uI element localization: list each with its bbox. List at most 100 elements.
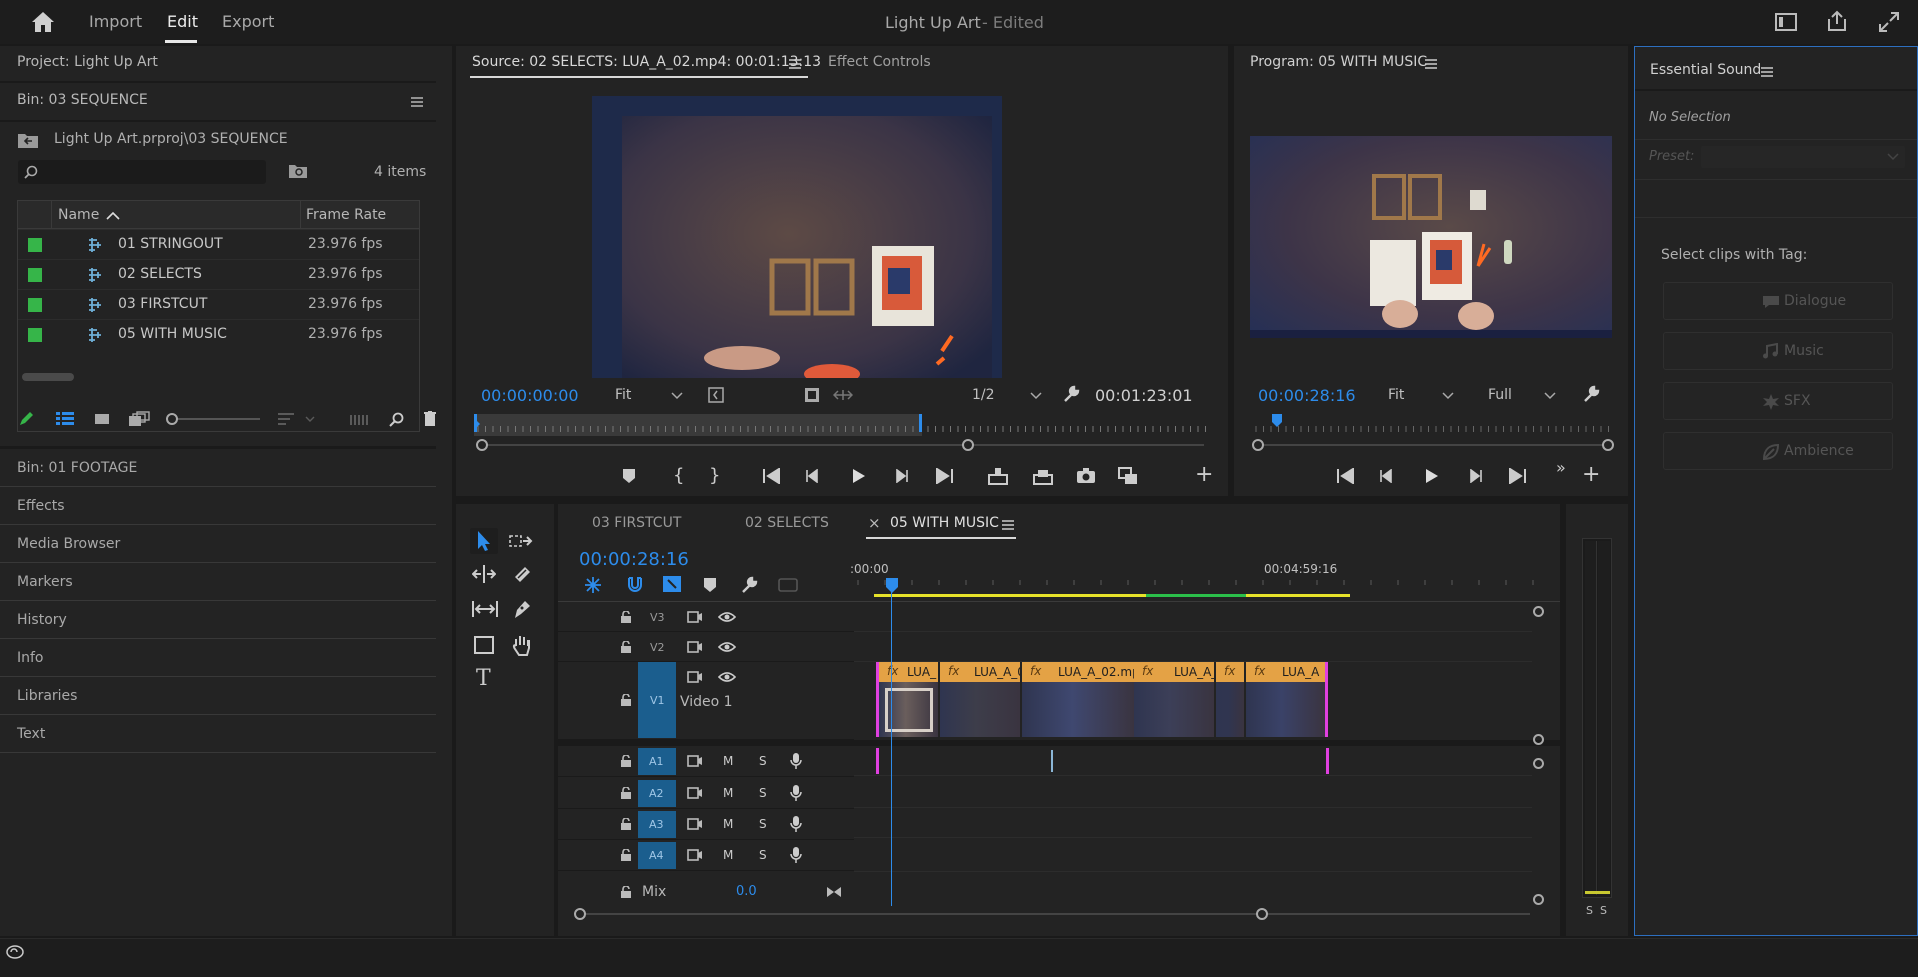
captions-icon[interactable] [778,578,798,592]
swap-icon[interactable] [1118,467,1138,485]
drag-film-icon[interactable] [804,387,820,403]
solo-left-label[interactable]: S [1586,904,1593,917]
collapsed-panel-media-browser[interactable]: Media Browser [0,526,436,563]
lock-icon[interactable] [620,818,632,830]
vertical-zoom-handle[interactable] [1533,894,1544,905]
lock-icon[interactable] [620,755,632,767]
sequence-name[interactable]: 02 SELECTS [118,266,202,282]
track-v3-label[interactable]: V3 [650,611,665,624]
lock-icon[interactable] [620,694,632,706]
collapsed-panel-info[interactable]: Info [0,640,436,677]
preset-dropdown[interactable] [1701,146,1905,168]
collapsed-panel-bin-01-footage[interactable]: Bin: 01 FOOTAGE [0,450,436,487]
lock-icon[interactable] [620,641,632,653]
mark-out-icon[interactable]: } [709,465,720,486]
program-tab[interactable]: Program: 05 WITH MUSIC [1250,54,1427,70]
automate-to-sequence-icon[interactable] [350,414,368,426]
home-icon[interactable] [31,11,55,33]
timeline-tab-selects[interactable]: 02 SELECTS [745,515,829,531]
type-tool-icon[interactable]: T [476,666,491,691]
source-resolution-dropdown[interactable]: 1/2 [966,385,1046,407]
collapsed-panel-history[interactable]: History [0,602,436,639]
name-column-header[interactable]: Name [58,207,99,223]
go-to-in-icon[interactable] [762,468,780,484]
add-marker-icon[interactable] [622,468,636,484]
bin-title[interactable]: Bin: 03 SEQUENCE [17,92,148,108]
go-to-out-icon[interactable] [1509,468,1527,484]
project-list-row[interactable]: 05 WITH MUSIC 23.976 fps [18,319,419,348]
label-color-swatch[interactable] [28,328,42,342]
collapsed-panel-libraries[interactable]: Libraries [0,678,436,715]
source-zoom-bar[interactable] [476,438,1210,452]
solo-button[interactable]: S [759,848,767,862]
mix-value[interactable]: 0.0 [736,884,757,899]
tab-edit[interactable]: Edit [167,12,198,31]
video-clip[interactable]: fx LUA_ [876,662,938,737]
lock-icon[interactable] [620,886,632,898]
playhead[interactable] [891,586,892,906]
zoom-slider[interactable] [166,412,262,426]
sync-lock-icon[interactable] [687,611,703,623]
sequence-name[interactable]: 05 WITH MUSIC [118,326,227,342]
video-clip[interactable]: fx LUA_A [1246,662,1328,737]
zoom-bar-handle-left[interactable] [476,439,488,451]
workspace-icon[interactable] [1775,13,1797,31]
wrench-icon[interactable] [1582,385,1600,403]
tab-import[interactable]: Import [89,12,142,31]
timeline-settings-icon[interactable] [740,576,758,594]
export-frame-icon[interactable] [1076,468,1096,484]
video-clip[interactable]: fx LUA_A_02. [940,662,1020,737]
bin-menu-icon[interactable] [411,97,423,107]
source-menu-icon[interactable] [789,59,801,69]
source-time-ruler[interactable] [474,414,1212,436]
sync-lock-icon[interactable] [687,641,703,653]
video-clip[interactable]: fx LUA_A_03 [1134,662,1214,737]
lane-v1[interactable]: fx LUA_ fx LUA_A_02. fx LUA_A_02.mp4 fx LUA_A_0… [854,662,1532,740]
step-back-icon[interactable] [1380,469,1394,483]
sort-ascending-icon[interactable] [106,211,120,220]
ripple-edit-tool-icon[interactable] [472,564,496,584]
creative-cloud-icon[interactable] [6,945,24,959]
collapsed-panel-effects[interactable]: Effects [0,488,436,525]
microphone-icon[interactable] [790,784,802,802]
zoom-bar-handle-left[interactable] [1252,439,1264,451]
track-a4-target[interactable]: A4 [638,842,676,869]
mark-in-icon[interactable]: { [673,465,684,486]
icon-view-icon[interactable] [94,412,110,426]
eye-icon[interactable] [718,641,736,653]
program-time-ruler[interactable] [1252,414,1614,436]
mix-pan-icon[interactable] [826,886,842,898]
microphone-icon[interactable] [790,752,802,770]
add-button-icon[interactable]: + [1195,462,1213,487]
source-timecode[interactable]: 00:00:00:00 [481,386,579,405]
freeform-view-icon[interactable] [128,411,150,427]
sync-lock-icon[interactable] [687,755,703,767]
project-list-row[interactable]: 01 STRINGOUT 23.976 fps [18,229,419,258]
eye-icon[interactable] [718,611,736,623]
play-icon[interactable] [1425,468,1439,484]
list-view-icon[interactable] [56,412,74,426]
go-to-out-icon[interactable] [936,468,954,484]
collapsed-panel-text[interactable]: Text [0,716,436,753]
new-search-bin-icon[interactable] [288,163,308,179]
track-v2-label[interactable]: V2 [650,641,665,654]
program-resolution-dropdown[interactable]: Full [1482,385,1562,407]
ambience-button[interactable]: Ambience [1663,432,1893,470]
label-column-header[interactable] [18,201,52,229]
lock-icon[interactable] [620,787,632,799]
eye-icon[interactable] [718,671,736,683]
hand-tool-icon[interactable] [512,634,532,656]
solo-button[interactable]: S [759,786,767,800]
sync-lock-icon[interactable] [687,671,703,683]
lane-a2[interactable] [854,776,1532,808]
lock-icon[interactable] [620,611,632,623]
frame-rate-column-header[interactable]: Frame Rate [306,207,386,223]
source-fit-dropdown[interactable]: Fit [609,385,689,407]
find-icon[interactable] [389,412,405,428]
fullscreen-icon[interactable] [1878,11,1900,33]
add-button-icon[interactable]: + [1582,462,1600,487]
lane-a1[interactable] [854,746,1532,776]
timeline-timecode[interactable]: 00:00:28:16 [579,549,689,570]
linked-selection-icon[interactable] [662,575,682,593]
add-marker-icon[interactable] [703,577,717,593]
